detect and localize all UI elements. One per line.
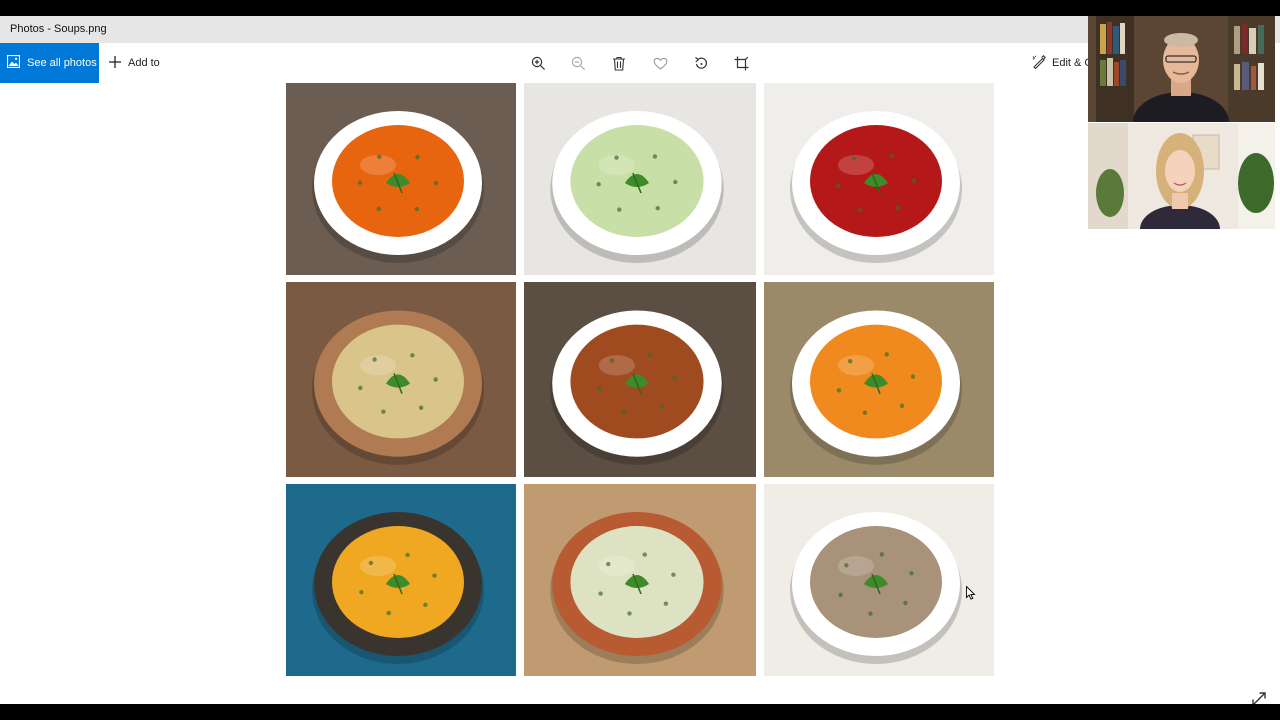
photo-icon xyxy=(6,54,21,71)
soup-photo-bean-soup xyxy=(524,282,756,477)
soup-photo-cucumber-soup xyxy=(524,83,756,275)
delete-icon[interactable] xyxy=(609,53,629,73)
rotate-icon[interactable] xyxy=(691,53,711,73)
soup-photo-mushroom-soup xyxy=(764,484,994,676)
favorite-icon[interactable] xyxy=(650,53,670,73)
video-call-panel xyxy=(1088,16,1275,229)
soup-photo-onion-soup xyxy=(286,282,516,477)
window-title: Photos - Soups.png xyxy=(10,23,107,35)
participant-video-man xyxy=(1088,16,1275,122)
edit-icon xyxy=(1032,54,1046,72)
add-to-label: Add to xyxy=(128,57,160,69)
zoom-out-icon[interactable] xyxy=(568,53,588,73)
soup-photo-borscht-soup xyxy=(764,83,994,275)
crop-icon[interactable] xyxy=(731,53,751,73)
edit-and-create-button[interactable]: Edit & C xyxy=(1032,43,1092,83)
soup-photo-cabbage-soup xyxy=(764,282,994,477)
participant-video-woman xyxy=(1088,123,1275,229)
plus-icon xyxy=(108,55,122,72)
expand-icon[interactable] xyxy=(1250,690,1270,704)
soup-image-grid xyxy=(286,83,994,676)
see-all-photos-button[interactable]: See all photos xyxy=(0,43,99,83)
add-to-button[interactable]: Add to xyxy=(108,43,160,83)
zoom-in-icon[interactable] xyxy=(528,53,548,73)
soup-photo-pumpkin-soup xyxy=(286,484,516,676)
mouse-cursor-icon xyxy=(966,585,976,600)
edit-and-create-label: Edit & C xyxy=(1052,57,1093,69)
soup-photo-tomato-soup xyxy=(286,83,516,275)
soup-photo-cauliflower-soup xyxy=(524,484,756,676)
see-all-photos-label: See all photos xyxy=(27,57,97,69)
